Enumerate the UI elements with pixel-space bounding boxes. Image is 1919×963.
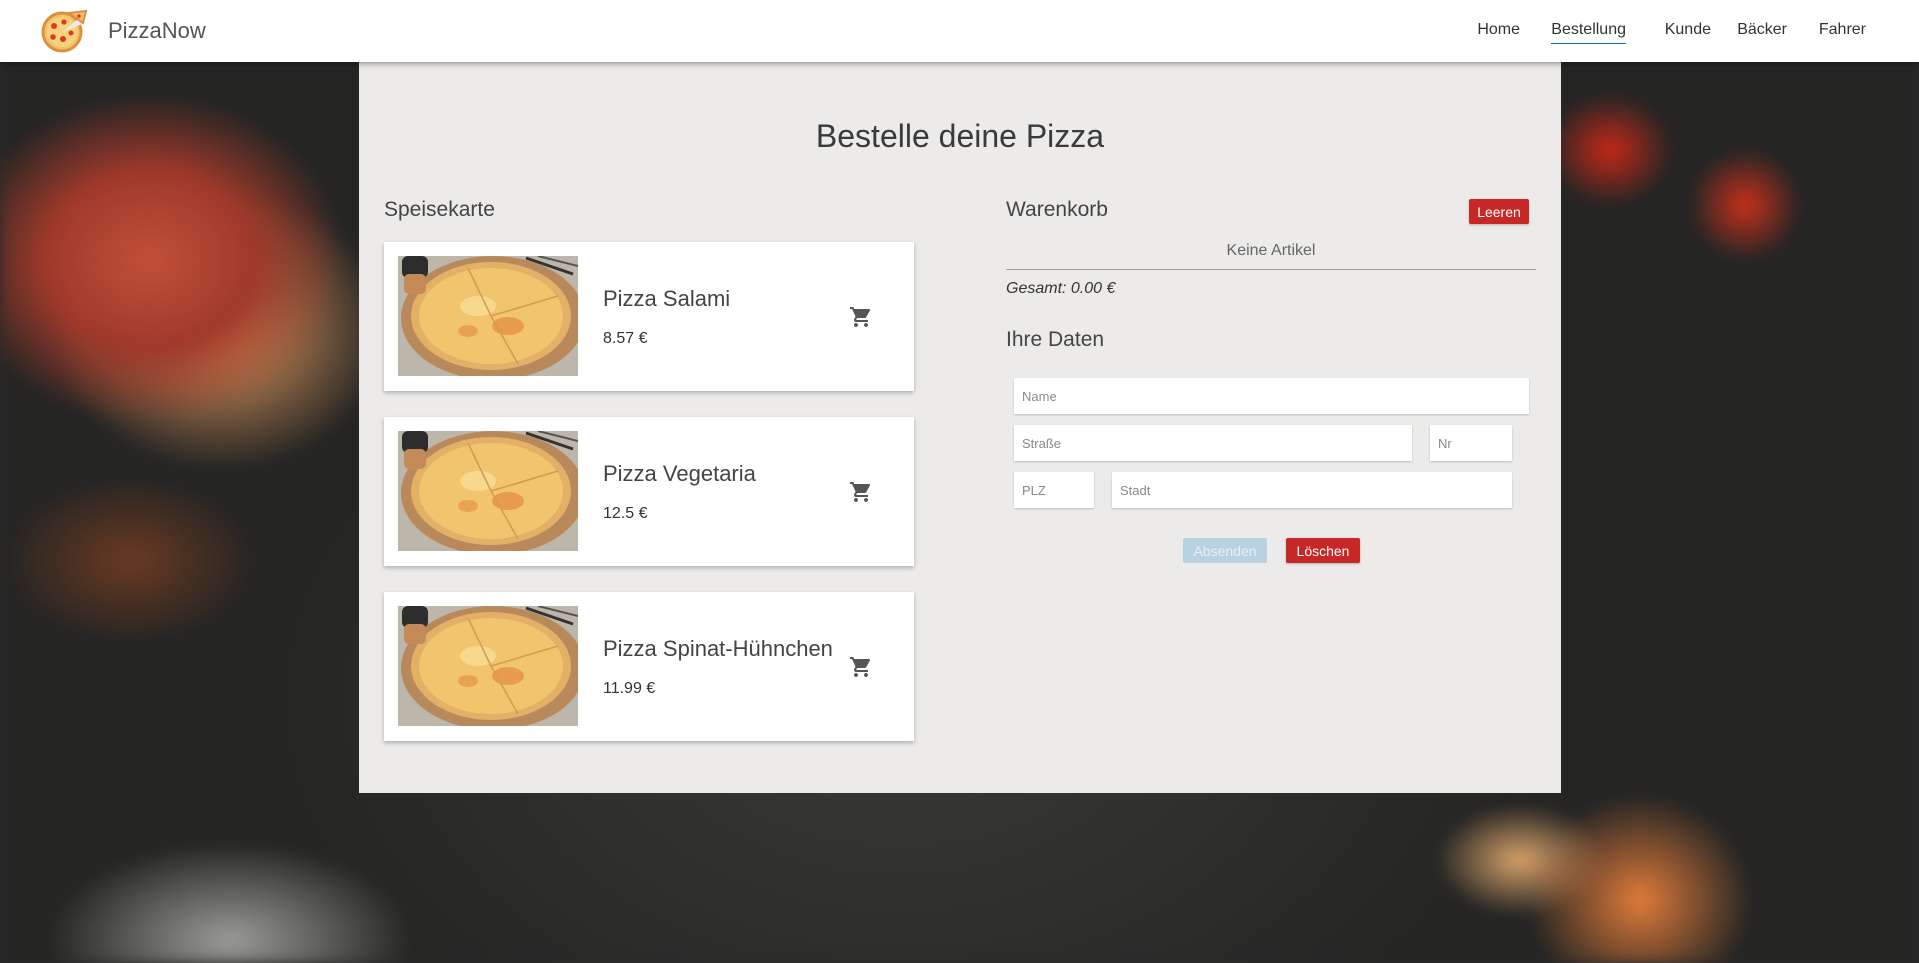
top-navigation-bar: PizzaNow Home Bestellung Kunde Bäcker Fa… (0, 0, 1919, 62)
house-number-field[interactable] (1430, 425, 1512, 461)
menu-item-card: Pizza Salami 8.57 € (384, 242, 914, 391)
brand-name[interactable]: PizzaNow (108, 18, 206, 44)
cart-empty-text: Keine Artikel (1226, 242, 1316, 259)
shopping-cart-icon[interactable] (849, 655, 873, 679)
pizza-image (398, 431, 578, 551)
pizza-name: Pizza Spinat-Hühnchen (603, 636, 833, 661)
menu-title: Speisekarte (384, 198, 495, 221)
page-title: Bestelle deine Pizza (815, 118, 1105, 154)
shopping-cart-icon[interactable] (849, 480, 873, 504)
menu-item-card: Pizza Spinat-Hühnchen 11.99 € (384, 592, 914, 741)
zip-field[interactable] (1014, 472, 1094, 508)
cart-divider (1006, 269, 1536, 270)
city-field[interactable] (1112, 472, 1512, 508)
nav-bestellung[interactable]: Bestellung (1551, 21, 1626, 44)
name-field[interactable] (1014, 378, 1529, 414)
pizza-name: Pizza Salami (603, 286, 731, 311)
pizza-image (398, 256, 578, 376)
nav-fahrer[interactable]: Fahrer (1819, 21, 1866, 39)
pizza-logo-icon[interactable] (39, 9, 89, 53)
pizza-name: Pizza Vegetaria (603, 461, 756, 486)
nav-home[interactable]: Home (1477, 21, 1520, 39)
menu-item-card: Pizza Vegetaria 12.5 € (384, 417, 914, 566)
clear-cart-button[interactable]: Leeren (1469, 199, 1529, 224)
pizza-price: 8.57 € (603, 330, 648, 347)
pizza-price: 12.5 € (603, 505, 648, 522)
order-panel: Bestelle deine Pizza Speisekarte Pizza S… (359, 62, 1561, 793)
nav-baecker[interactable]: Bäcker (1737, 21, 1787, 39)
street-field[interactable] (1014, 425, 1412, 461)
nav-kunde[interactable]: Kunde (1665, 21, 1711, 39)
delete-button[interactable]: Löschen (1286, 538, 1360, 563)
pizza-price: 11.99 € (603, 680, 656, 697)
cart-total: Gesamt: 0.00 € (1006, 280, 1116, 297)
cart-title: Warenkorb (1006, 198, 1108, 221)
pizza-image (398, 606, 578, 726)
submit-button[interactable]: Absenden (1183, 538, 1267, 563)
form-title: Ihre Daten (1006, 328, 1105, 351)
shopping-cart-icon[interactable] (849, 305, 873, 329)
